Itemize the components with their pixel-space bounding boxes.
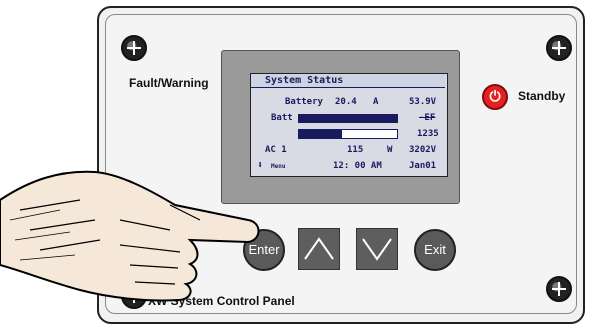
chevron-up-icon [304, 237, 334, 260]
clock-time: 12: 00 AM [333, 161, 382, 171]
pointing-hand-illustration [0, 170, 260, 302]
battery-bar-label: Batt [271, 113, 293, 123]
battery-label: Battery [285, 97, 323, 107]
battery-bar [298, 114, 398, 123]
up-button[interactable] [298, 228, 340, 270]
menu-label: Menu [271, 163, 286, 170]
exit-button[interactable]: Exit [414, 229, 456, 271]
battery-current-unit: A [373, 97, 379, 107]
battery-bar-right: -EF [419, 113, 436, 123]
chevron-down-icon [362, 238, 392, 261]
power-bar-right: 1235 [417, 129, 439, 139]
display-title: System Status [251, 74, 445, 88]
screw-icon [546, 276, 572, 302]
fault-warning-label: Fault/Warning [129, 76, 209, 90]
lcd-display: System Status Battery 20.4 A 53.9V Batt … [250, 73, 448, 177]
standby-button[interactable]: ⏻ [482, 84, 508, 110]
screw-icon [546, 35, 572, 61]
clock-date: Jan01 [409, 161, 437, 171]
ac1-value: 115 [347, 145, 364, 155]
battery-voltage-value: 53.9V [409, 97, 437, 107]
power-bar-fill [298, 129, 342, 139]
ac1-label: AC 1 [265, 145, 287, 155]
power-icon: ⏻ [489, 88, 501, 104]
ac1-right: 3202V [409, 145, 437, 155]
battery-current-value: 20.4 [335, 97, 357, 107]
down-button[interactable] [356, 228, 398, 270]
screw-icon [121, 35, 147, 61]
ac1-unit: W [387, 145, 393, 155]
standby-label: Standby [518, 89, 566, 103]
